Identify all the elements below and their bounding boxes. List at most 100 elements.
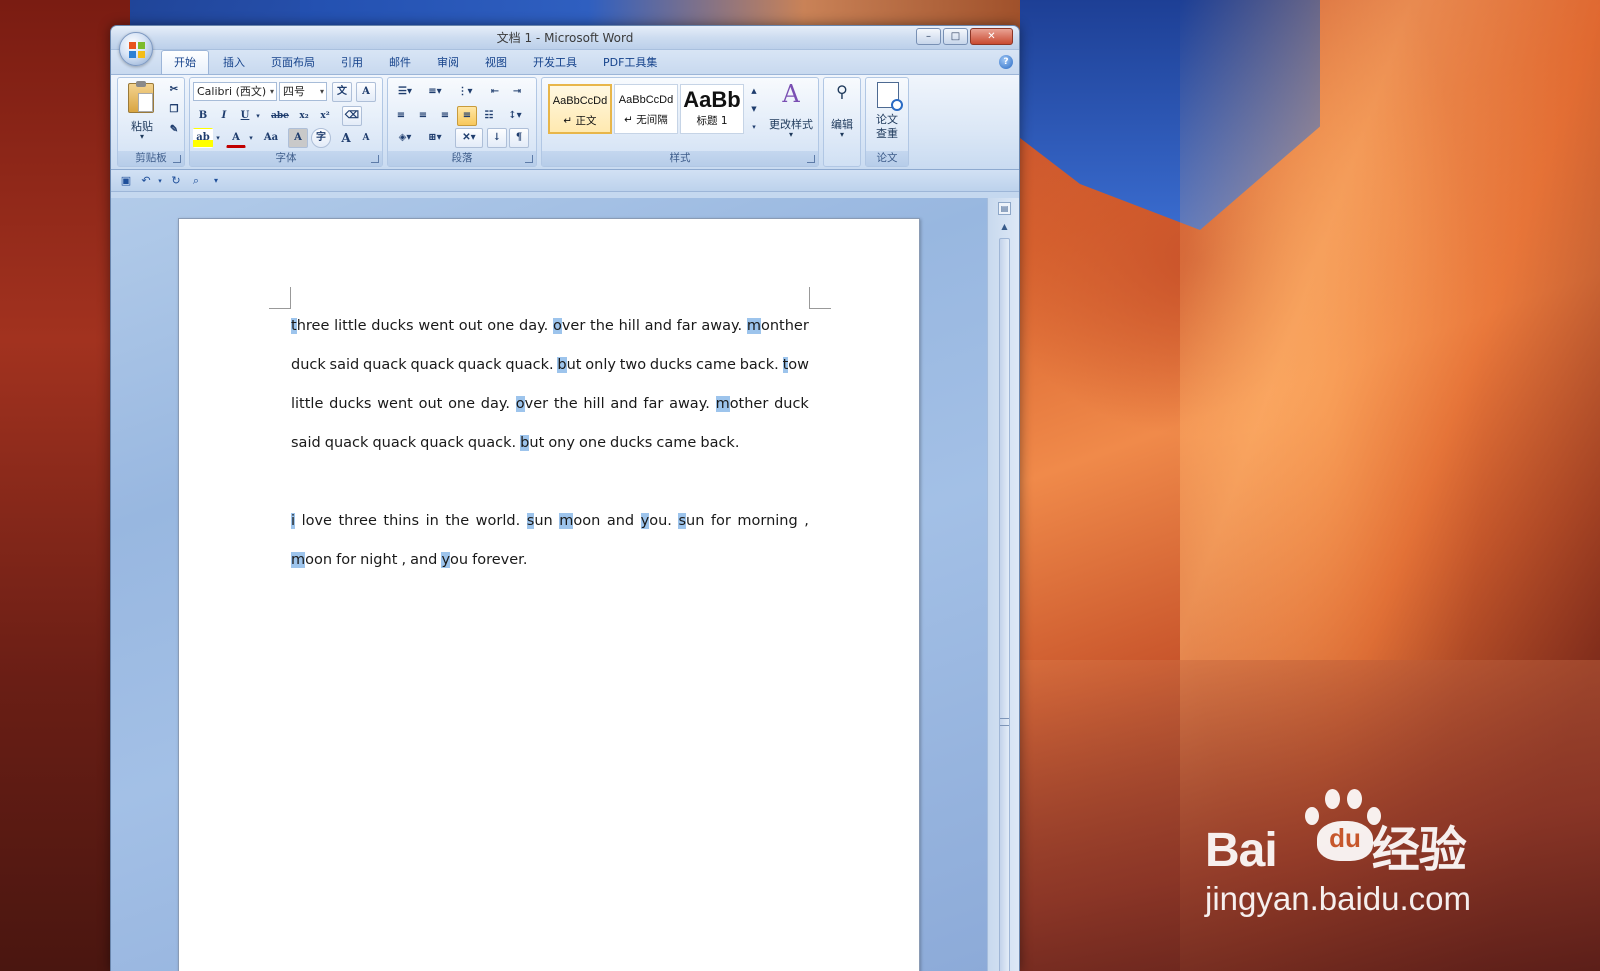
styles-scroll-up-icon[interactable]: ▲ xyxy=(748,83,760,99)
text-word[interactable]: quack. xyxy=(505,346,553,385)
paper-check-icon[interactable] xyxy=(877,82,903,111)
line-spacing-icon[interactable]: ↕▾ xyxy=(501,106,529,126)
copy-icon[interactable]: ❐ xyxy=(164,100,184,120)
text-line[interactable]: i love three thins in the world. sun moon and you.… xyxy=(291,502,809,541)
text-word[interactable]: went xyxy=(418,307,454,346)
text-word[interactable]: quack xyxy=(372,424,416,463)
text-word[interactable]: far xyxy=(643,385,663,424)
align-center-icon[interactable]: ≡ xyxy=(413,106,433,126)
change-case-button[interactable]: Aa xyxy=(258,128,284,148)
scroll-track[interactable] xyxy=(999,238,1010,971)
text-word[interactable]: hill xyxy=(619,307,640,346)
text-word[interactable]: quack xyxy=(325,424,369,463)
text-word[interactable]: one xyxy=(448,385,475,424)
text-word[interactable]: only xyxy=(585,346,616,385)
highlight-dropdown-icon[interactable]: ▾ xyxy=(213,128,223,148)
text-word[interactable]: but xyxy=(557,346,581,385)
text-word[interactable]: for xyxy=(336,541,356,580)
style-normal[interactable]: AaBbCcDd ↵ 正文 xyxy=(548,84,612,134)
text-word[interactable]: ducks xyxy=(371,307,413,346)
increase-indent-icon[interactable]: ⇥ xyxy=(507,82,527,102)
text-word[interactable]: away. xyxy=(669,385,710,424)
text-word[interactable]: , xyxy=(804,502,809,541)
close-button[interactable]: ✕ xyxy=(970,28,1013,45)
font-color-icon[interactable]: A xyxy=(226,128,246,148)
sort-icon[interactable]: ↓ xyxy=(487,128,507,148)
numbering-icon[interactable]: ≡▾ xyxy=(421,82,449,102)
save-icon[interactable]: ▣ xyxy=(119,174,133,188)
tab-pdf-tools[interactable]: PDF工具集 xyxy=(591,51,669,74)
text-word[interactable]: and xyxy=(410,541,437,580)
styles-more-icon[interactable]: ▾ xyxy=(748,119,760,135)
text-word[interactable]: came xyxy=(656,424,696,463)
cut-icon[interactable]: ✂ xyxy=(164,80,184,100)
text-word[interactable]: back. xyxy=(700,424,739,463)
tab-developer[interactable]: 开发工具 xyxy=(521,51,589,74)
tab-home[interactable]: 开始 xyxy=(161,50,209,74)
maximize-button[interactable]: □ xyxy=(943,28,968,45)
text-word[interactable]: sun xyxy=(526,502,553,541)
text-word[interactable]: away. xyxy=(701,307,742,346)
change-styles-icon[interactable]: A xyxy=(766,80,816,108)
text-word[interactable]: for xyxy=(711,502,731,541)
italic-button[interactable]: I xyxy=(214,106,234,126)
clipboard-launcher-icon[interactable] xyxy=(173,155,181,163)
text-word[interactable]: and xyxy=(610,385,637,424)
text-word[interactable]: night xyxy=(360,541,397,580)
text-word[interactable]: the xyxy=(590,307,614,346)
strikethrough-button[interactable]: abe xyxy=(268,106,292,126)
text-word[interactable]: you xyxy=(441,541,468,580)
subscript-button[interactable]: x₂ xyxy=(294,106,314,126)
text-word[interactable]: one xyxy=(579,424,606,463)
text-word[interactable]: ducks xyxy=(650,346,692,385)
align-right-icon[interactable]: ≡ xyxy=(435,106,455,126)
text-line[interactable]: moon for night, and you forever. xyxy=(291,541,809,580)
styles-launcher-icon[interactable] xyxy=(807,155,815,163)
text-word[interactable]: you. xyxy=(640,502,672,541)
text-line[interactable]: three little ducks went out one day. over the hil… xyxy=(291,307,809,346)
text-word[interactable]: ducks xyxy=(610,424,652,463)
text-word[interactable]: hill xyxy=(583,385,604,424)
paper-check-label-2[interactable]: 查重 xyxy=(866,125,908,141)
shrink-font-button[interactable]: A xyxy=(356,128,376,148)
justify-icon[interactable]: ≡ xyxy=(457,106,477,126)
clear-formatting-icon[interactable]: ⌫ xyxy=(342,106,362,126)
text-line[interactable]: little ducks went out one day. over the hill and f… xyxy=(291,385,809,424)
change-styles-dropdown-icon[interactable]: ▾ xyxy=(764,130,818,139)
font-color-dropdown-icon[interactable]: ▾ xyxy=(246,128,256,148)
show-marks-icon[interactable]: ¶ xyxy=(509,128,529,148)
decrease-indent-icon[interactable]: ⇤ xyxy=(485,82,505,102)
text-word[interactable]: , xyxy=(401,541,406,580)
text-word[interactable]: mother xyxy=(715,385,768,424)
text-word[interactable]: monther xyxy=(746,307,809,346)
print-preview-icon[interactable]: ⌕ xyxy=(189,174,203,188)
text-word[interactable]: said xyxy=(330,346,360,385)
text-word[interactable]: ducks xyxy=(329,385,371,424)
text-word[interactable]: in xyxy=(426,502,439,541)
text-word[interactable]: love xyxy=(302,502,332,541)
redo-icon[interactable]: ↻ xyxy=(169,174,183,188)
undo-dropdown-icon[interactable]: ▾ xyxy=(153,174,167,188)
text-word[interactable]: world. xyxy=(476,502,521,541)
text-word[interactable]: out xyxy=(419,385,443,424)
document-page[interactable]: three little ducks went out one day. over the hil… xyxy=(178,218,920,971)
text-word[interactable]: and xyxy=(645,307,672,346)
font-launcher-icon[interactable] xyxy=(371,155,379,163)
font-name-combo[interactable]: Calibri (西文) ▾ xyxy=(193,82,277,101)
minimize-button[interactable]: – xyxy=(916,28,941,45)
text-line[interactable]: duck said quack quack quack quack. but only two d… xyxy=(291,346,809,385)
vertical-scrollbar[interactable]: ▤ ▲ xyxy=(987,198,1019,971)
help-icon[interactable]: ? xyxy=(999,55,1013,69)
text-word[interactable]: ony xyxy=(548,424,575,463)
borders-icon[interactable]: ⊞▾ xyxy=(421,128,449,148)
paste-dropdown-icon[interactable]: ▾ xyxy=(122,132,162,141)
text-word[interactable]: two xyxy=(620,346,646,385)
text-word[interactable]: back. xyxy=(740,346,779,385)
superscript-button[interactable]: x² xyxy=(315,106,335,126)
text-word[interactable]: and xyxy=(607,502,634,541)
text-word[interactable]: three xyxy=(291,307,329,346)
text-word[interactable]: came xyxy=(696,346,736,385)
bullets-icon[interactable]: ☰▾ xyxy=(391,82,419,102)
text-word[interactable]: day. xyxy=(519,307,548,346)
text-word[interactable]: quack. xyxy=(468,424,516,463)
